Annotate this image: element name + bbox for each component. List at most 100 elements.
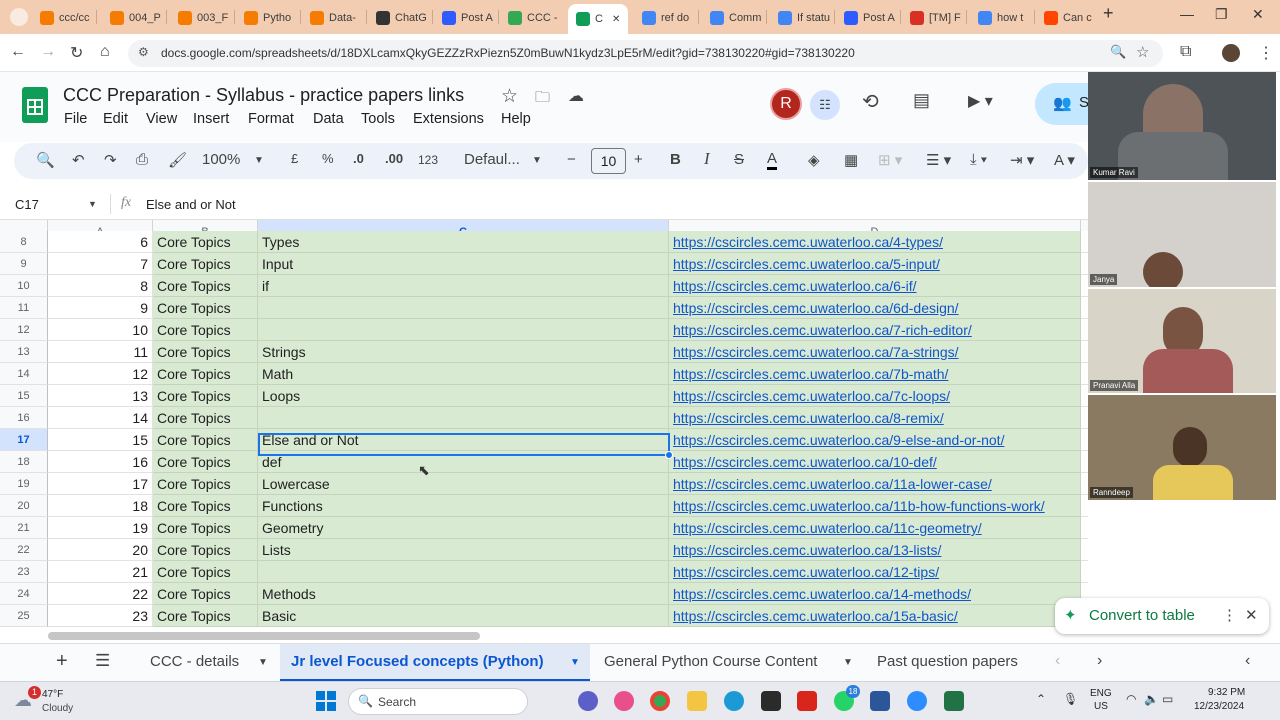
sheet-tab-dropdown-icon[interactable]: ▼ [570,657,580,668]
menu-file[interactable]: File [64,111,87,127]
cell-e[interactable] [1081,253,1088,275]
share-button[interactable]: 👥 S [1035,83,1095,125]
currency-format-button[interactable]: £ [291,151,298,166]
browser-tab[interactable]: ccc/cc [32,5,94,30]
cell-d-link[interactable]: https://cscircles.cemc.uwaterloo.ca/4-ty… [669,231,1081,253]
address-bar[interactable]: ⚙ docs.google.com/spreadsheets/d/18DXLca… [128,40,1163,67]
cell-c[interactable]: Functions [258,495,669,517]
cell-a[interactable]: 14 [48,407,153,429]
font-size-input[interactable]: 10 [591,148,626,174]
row-header[interactable]: 9 [0,253,48,275]
sheet-tab-ccc-details[interactable]: CCC - details [150,653,239,670]
cell-a[interactable]: 8 [48,275,153,297]
increase-font-size-icon[interactable]: + [634,151,643,168]
cell-c[interactable] [258,319,669,341]
row-header[interactable]: 24 [0,583,48,605]
back-icon[interactable]: ← [10,43,26,61]
extensions-icon[interactable]: ⧉ [1180,43,1191,61]
sheet-tab-past-papers[interactable]: Past question papers [877,653,1018,670]
cell-c[interactable] [258,297,669,319]
user-avatar[interactable]: R [770,88,802,120]
formula-input[interactable]: Else and or Not [146,197,236,212]
cell-d-link[interactable]: https://cscircles.cemc.uwaterloo.ca/8-re… [669,407,1081,429]
clock-time[interactable]: 9:32 PM [1208,687,1245,698]
close-chip-icon[interactable]: ✕ [1245,606,1258,624]
cell-a[interactable]: 21 [48,561,153,583]
cell-d-link[interactable]: https://cscircles.cemc.uwaterloo.ca/14-m… [669,583,1081,605]
decrease-decimal-button[interactable]: .0 [353,151,364,166]
percent-format-button[interactable]: % [322,151,334,166]
print-icon[interactable]: ⎙ [136,151,148,168]
version-history-icon[interactable]: ⟲ [862,89,879,114]
cell-e[interactable] [1081,517,1088,539]
cell-b[interactable]: Core Topics [153,495,258,517]
battery-icon[interactable]: ▭ [1162,692,1173,706]
cell-b[interactable]: Core Topics [153,605,258,627]
row-header[interactable]: 17 [0,429,48,451]
cell-a[interactable]: 20 [48,539,153,561]
search-menus-icon[interactable]: 🔍 [36,151,55,169]
cell-b[interactable]: Core Topics [153,319,258,341]
minimize-button[interactable]: — [1180,6,1194,22]
sheet-tab-dropdown-icon[interactable]: ▼ [843,657,853,668]
tray-chevron-icon[interactable]: ⌃ [1036,692,1046,706]
maximize-button[interactable]: ❐ [1215,6,1228,23]
new-tab-button[interactable]: + [1103,3,1114,24]
close-window-button[interactable]: ✕ [1252,6,1264,23]
font-dropdown-icon[interactable]: ▼ [532,155,542,166]
spreadsheet-grid[interactable]: A B C D 86Core TopicsTypeshttps://cscirc… [0,220,1088,630]
browser-tab[interactable]: CCC - [500,5,562,30]
strikethrough-icon[interactable]: S [734,151,744,168]
language-top[interactable]: ENG [1090,688,1112,699]
italic-icon[interactable]: I [704,149,710,169]
cell-a[interactable]: 23 [48,605,153,627]
cell-b[interactable]: Core Topics [153,341,258,363]
paint-format-icon[interactable]: 🖌 [168,151,187,169]
cell-d-link[interactable]: https://cscircles.cemc.uwaterloo.ca/11c-… [669,517,1081,539]
cell-d-link[interactable]: https://cscircles.cemc.uwaterloo.ca/7c-l… [669,385,1081,407]
redo-icon[interactable]: ↷ [104,151,117,169]
browser-tab[interactable]: Post A [836,5,898,30]
cell-e[interactable] [1081,561,1088,583]
browser-tab[interactable]: Can c [1036,5,1098,30]
row-header[interactable]: 15 [0,385,48,407]
scroll-tabs-right-icon[interactable]: › [1097,652,1102,670]
cell-b[interactable]: Core Topics [153,275,258,297]
zoom-select[interactable]: 100% [202,151,240,168]
horizontal-scrollbar[interactable] [48,632,480,640]
clock-date[interactable]: 12/23/2024 [1194,701,1244,712]
row-header[interactable]: 21 [0,517,48,539]
cell-a[interactable]: 13 [48,385,153,407]
cell-b[interactable]: Core Topics [153,451,258,473]
convert-to-table-chip[interactable]: ✦ Convert to table ⋮ ✕ [1055,598,1269,634]
browser-tab[interactable]: Data- [302,5,364,30]
tab-search-icon[interactable] [10,8,28,26]
cell-c[interactable]: Types [258,231,669,253]
menu-help[interactable]: Help [501,111,531,127]
cell-a[interactable]: 15 [48,429,153,451]
sheet-tab-dropdown-icon[interactable]: ▼ [258,657,268,668]
browser-tab[interactable]: 004_P [102,5,164,30]
cell-a[interactable]: 16 [48,451,153,473]
cell-d-link[interactable]: https://cscircles.cemc.uwaterloo.ca/13-l… [669,539,1081,561]
scroll-tabs-left-icon[interactable]: ‹ [1055,652,1060,670]
menu-edit[interactable]: Edit [103,111,128,127]
row-header[interactable]: 25 [0,605,48,627]
row-header[interactable]: 14 [0,363,48,385]
cell-a[interactable]: 22 [48,583,153,605]
bookmark-star-icon[interactable]: ☆ [1136,43,1149,61]
cell-b[interactable]: Core Topics [153,297,258,319]
cell-c[interactable]: if [258,275,669,297]
browser-tab[interactable]: If statu [770,5,832,30]
home-icon[interactable]: ⌂ [100,43,110,61]
cell-b[interactable]: Core Topics [153,385,258,407]
cell-c[interactable]: Strings [258,341,669,363]
menu-insert[interactable]: Insert [193,111,229,127]
cell-c[interactable]: Methods [258,583,669,605]
cell-b[interactable]: Core Topics [153,231,258,253]
site-info-icon[interactable]: ⚙ [138,45,149,59]
name-box[interactable]: C17 [15,197,39,212]
menu-extensions[interactable]: Extensions [413,111,484,127]
cell-e[interactable] [1081,363,1088,385]
copilot-icon[interactable] [614,691,634,711]
